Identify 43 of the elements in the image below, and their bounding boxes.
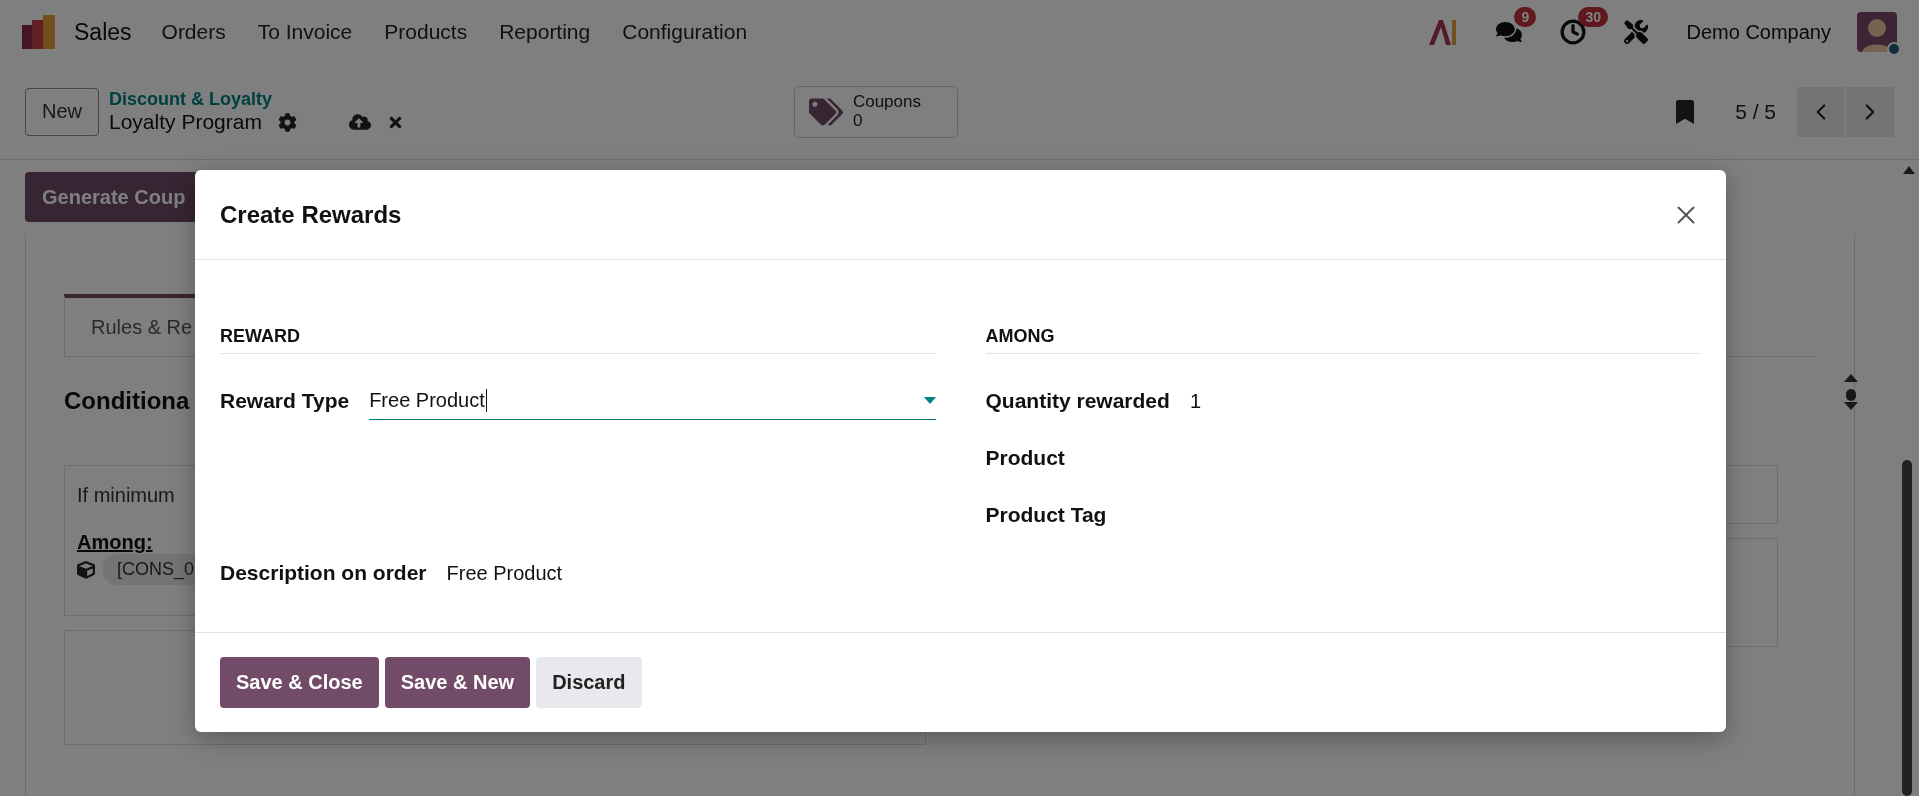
menu-item[interactable]: Orders xyxy=(161,20,226,44)
field-value: 1 xyxy=(1189,389,1201,413)
pager-value[interactable]: 5 / 5 xyxy=(1735,99,1776,124)
cube-icon xyxy=(77,560,95,579)
tools-icon[interactable] xyxy=(1624,20,1649,44)
among-label: Among: xyxy=(77,531,154,554)
company-name[interactable]: Demo Company xyxy=(1686,20,1831,44)
field-label: Description on order xyxy=(220,561,427,585)
clock-icon[interactable] xyxy=(1560,19,1587,45)
rule-text: If minimum xyxy=(77,484,176,507)
field-label: Reward Type xyxy=(220,389,350,413)
field-label: Product xyxy=(985,446,1065,470)
section-heading: REWARD xyxy=(220,326,936,354)
status-dot xyxy=(1887,42,1901,56)
menu-item[interactable]: Configuration xyxy=(622,20,748,44)
settings-icon[interactable] xyxy=(277,112,297,132)
new-button[interactable]: New xyxy=(25,87,99,136)
notification-badge: 30 xyxy=(1578,7,1609,27)
scrollbar-thumb[interactable] xyxy=(1902,460,1912,796)
sales-logo-icon xyxy=(22,15,58,49)
section-title: Conditiona xyxy=(64,387,190,415)
dialog-button[interactable]: Save & New xyxy=(384,657,531,708)
dialog-button[interactable]: Discard xyxy=(536,657,642,708)
menu-item[interactable]: Reporting xyxy=(499,20,591,44)
menu-item[interactable]: To Invoice xyxy=(257,20,353,44)
cloud-upload-icon[interactable] xyxy=(348,111,371,133)
reward-type-select[interactable]: Free Product xyxy=(369,382,936,420)
user-avatar[interactable] xyxy=(1857,12,1897,52)
scroll-up-icon[interactable] xyxy=(1903,166,1915,174)
dialog-button[interactable]: Save & Close xyxy=(220,657,379,708)
coupons-stat-button[interactable]: Coupons 0 xyxy=(793,85,958,138)
caret-icon xyxy=(923,397,936,404)
menu-item[interactable]: Products xyxy=(384,20,468,44)
field-value: Free Product xyxy=(446,561,563,585)
chat-icon[interactable] xyxy=(1496,19,1523,45)
ai-logo-icon[interactable] xyxy=(1428,18,1459,46)
section-heading: AMONG xyxy=(985,326,1701,354)
record-title: Loyalty Program xyxy=(109,110,262,134)
field-label: Product Tag xyxy=(985,503,1107,527)
notification-badge: 9 xyxy=(1514,7,1537,27)
field-label: Quantity rewarded xyxy=(985,389,1170,413)
breadcrumb-link[interactable]: Discount & Loyalty xyxy=(109,89,404,110)
app-name[interactable]: Sales xyxy=(74,18,132,46)
